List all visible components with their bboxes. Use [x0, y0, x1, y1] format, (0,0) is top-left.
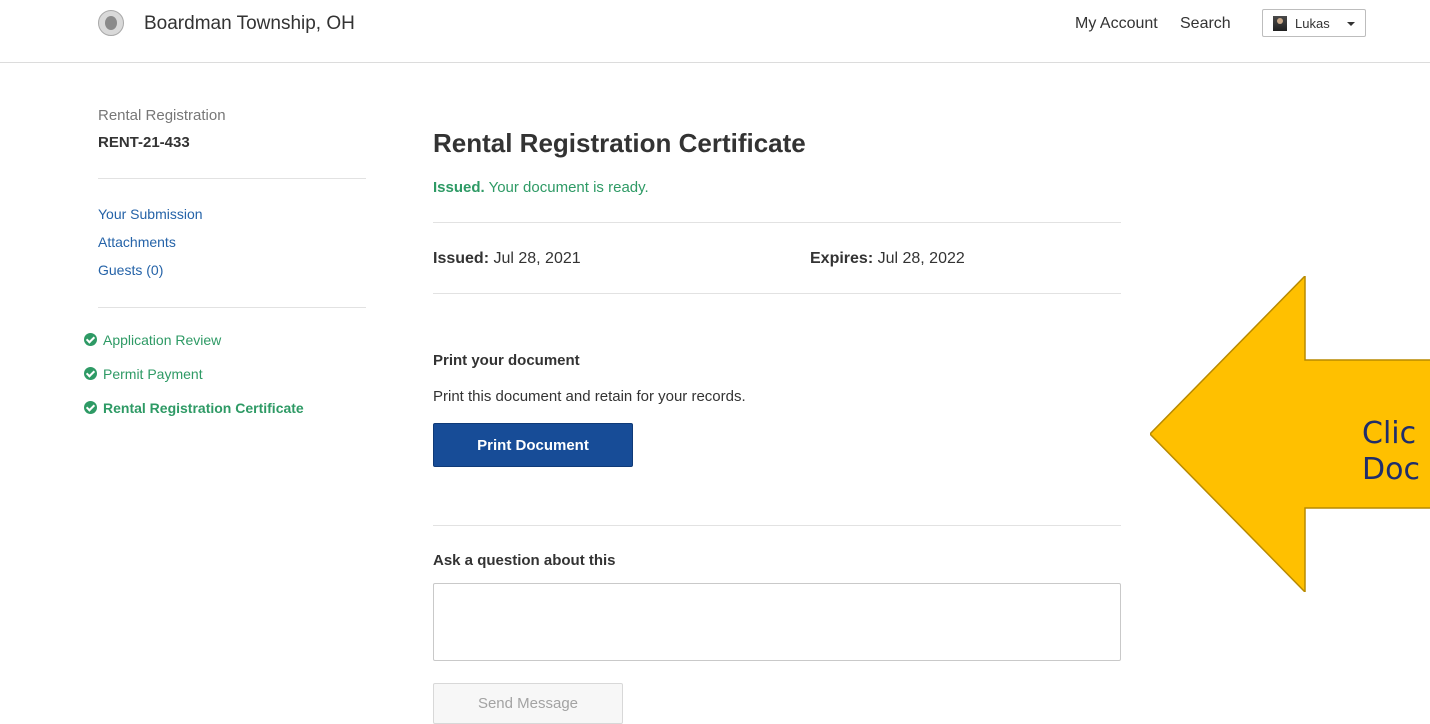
sidebar-link-your-submission[interactable]: Your Submission	[98, 206, 203, 222]
check-circle-icon	[84, 401, 97, 414]
user-avatar	[1273, 16, 1287, 31]
sidebar-link-attachments[interactable]: Attachments	[98, 234, 176, 250]
caret-down-icon	[1347, 22, 1355, 26]
status-message: Issued. Your document is ready.	[433, 179, 649, 196]
step-application-review[interactable]: Application Review	[84, 332, 221, 348]
top-header: Boardman Township, OH My Account Search …	[0, 0, 1430, 63]
send-message-button[interactable]: Send Message	[433, 683, 623, 724]
content-divider	[433, 525, 1121, 526]
content-divider	[433, 293, 1121, 294]
print-document-button[interactable]: Print Document	[433, 423, 633, 467]
record-id: RENT-21-433	[98, 134, 190, 151]
question-textarea[interactable]	[433, 583, 1121, 661]
record-type: Rental Registration	[98, 107, 226, 124]
user-menu-button[interactable]: Lukas	[1262, 9, 1366, 37]
township-seal-logo[interactable]	[98, 10, 124, 36]
issued-date: Issued: Jul 28, 2021	[433, 250, 581, 268]
step-label: Application Review	[103, 332, 222, 348]
my-account-link[interactable]: My Account	[1075, 15, 1158, 33]
status-label: Issued.	[433, 179, 485, 196]
callout-line-1: Clic	[1362, 416, 1417, 451]
question-heading: Ask a question about this	[433, 552, 616, 569]
step-permit-payment[interactable]: Permit Payment	[84, 366, 203, 382]
step-label: Rental Registration Certificate	[103, 400, 304, 416]
expires-label: Expires:	[810, 250, 874, 267]
expires-value: Jul 28, 2022	[873, 250, 965, 267]
page-title: Rental Registration Certificate	[433, 128, 806, 158]
callout-line-2: Doc	[1362, 452, 1420, 487]
status-text: Your document is ready.	[484, 179, 649, 196]
user-name: Lukas	[1295, 16, 1330, 31]
expires-date: Expires: Jul 28, 2022	[810, 250, 965, 268]
check-circle-icon	[84, 367, 97, 380]
sidebar-divider	[98, 178, 366, 179]
sidebar-link-guests[interactable]: Guests (0)	[98, 262, 163, 278]
step-label: Permit Payment	[103, 366, 203, 382]
issued-value: Jul 28, 2021	[489, 250, 581, 267]
print-heading: Print your document	[433, 352, 580, 369]
check-circle-icon	[84, 333, 97, 346]
issued-label: Issued:	[433, 250, 490, 267]
print-instructions: Print this document and retain for your …	[433, 388, 746, 405]
content-divider	[433, 222, 1121, 223]
search-link[interactable]: Search	[1180, 15, 1231, 33]
site-name[interactable]: Boardman Township, OH	[144, 13, 355, 35]
step-rental-registration-certificate[interactable]: Rental Registration Certificate	[84, 400, 304, 416]
sidebar-divider	[98, 307, 366, 308]
